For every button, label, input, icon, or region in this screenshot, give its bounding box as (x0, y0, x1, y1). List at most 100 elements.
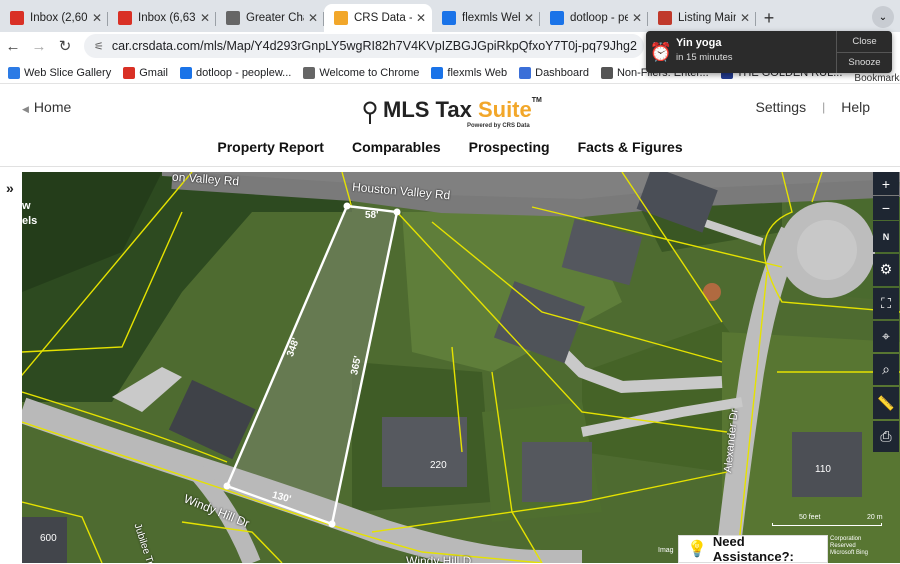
tab-title: Inbox (2,600) (30, 12, 88, 24)
gmail-icon (10, 11, 24, 25)
map-controls: + − N ⚙ ⛶ ⌖ ⌕ 📏 ⎙ (872, 172, 900, 454)
zoom-out-icon[interactable]: − (873, 196, 899, 220)
bookmark-item[interactable]: flexmls Web (431, 66, 508, 79)
need-assistance-button[interactable]: 💡 Need Assistance?: (678, 534, 828, 564)
nav-property-report[interactable]: Property Report (217, 139, 324, 155)
url-text: car.crsdata.com/mls/Map/Y4d293rGnpLY5wgR… (111, 39, 637, 53)
browser-tab[interactable]: Inbox (2,600) ✕ (0, 4, 108, 32)
close-tab-icon[interactable]: ✕ (632, 11, 642, 25)
main-nav: Property Report Comparables Prospecting … (0, 139, 900, 155)
side-text-top: w (22, 200, 31, 212)
logo-main-text: MLS Tax (383, 97, 478, 122)
home-label: Home (33, 99, 72, 115)
scale-line (772, 523, 882, 526)
app-header: ◀ Home MLS Tax SuiteTM Powered by CRS Dat… (0, 85, 900, 167)
side-text-bottom: els (22, 215, 38, 227)
tab-search-chevron-icon[interactable]: ⌄ (872, 6, 894, 28)
tab-title: Greater Chatta (246, 12, 304, 24)
bookmark-label: flexmls Web (447, 66, 508, 79)
attribution-line-3: Microsoft Bing (830, 550, 869, 556)
bookmark-item[interactable]: dotloop - peoplew... (179, 66, 291, 79)
settings-link[interactable]: Settings (755, 99, 806, 115)
back-arrow-icon[interactable]: ← (0, 33, 26, 59)
zoom-in-icon[interactable]: + (873, 172, 899, 196)
compass-north-icon[interactable]: N (873, 220, 899, 253)
logo-accent-text: Suite (477, 97, 532, 122)
browser-tab[interactable]: CRS Data - Pro ✕ (324, 4, 432, 32)
need-assistance-label: Need Assistance?: (712, 534, 794, 564)
tab-title: CRS Data - Pro (354, 12, 412, 24)
flexmls-icon (431, 66, 444, 79)
nav-prospecting[interactable]: Prospecting (469, 139, 550, 155)
chevron-left-icon: ◀ (22, 104, 29, 114)
imagery-label: Imag (658, 547, 674, 554)
parcel-number-600[interactable]: 600 (40, 533, 57, 544)
help-link[interactable]: Help (841, 99, 870, 115)
address-bar[interactable]: ⚟ car.crsdata.com/mls/Map/Y4d293rGnpLY5w… (84, 34, 644, 58)
bookmark-item[interactable]: Dashboard (519, 66, 589, 79)
map-attribution: Corporation Reserved Microsoft Bing (830, 536, 868, 557)
tab-title: Inbox (6,638) (138, 12, 196, 24)
parcel-number-110[interactable]: 110 (815, 464, 831, 475)
dimension-top: 58' (365, 210, 379, 221)
aerial-map-canvas[interactable] (22, 172, 900, 563)
notification-subtitle: in 15 minutes (676, 52, 733, 63)
nav-comparables[interactable]: Comparables (352, 139, 441, 155)
browser-tab[interactable]: flexmls Web ✕ (432, 4, 540, 32)
browser-tab[interactable]: Greater Chatta ✕ (216, 4, 324, 32)
close-tab-icon[interactable]: ✕ (308, 11, 318, 25)
close-tab-icon[interactable]: ✕ (416, 11, 426, 25)
print-icon[interactable]: ⎙ (873, 420, 899, 453)
measure-ruler-icon[interactable]: 📏 (873, 387, 899, 419)
tab-separator (755, 12, 756, 26)
reload-icon[interactable]: ↻ (52, 33, 78, 59)
logo-powered-by: Powered by CRS Data (467, 123, 530, 129)
browser-tab[interactable]: Listing Mainter ✕ (648, 4, 756, 32)
site-info-icon[interactable]: ⚟ (94, 40, 104, 53)
nav-facts-figures[interactable]: Facts & Figures (578, 139, 683, 155)
dotloop-icon (179, 66, 192, 79)
bookmark-item[interactable]: Web Slice Gallery (8, 66, 111, 79)
search-magnifier-icon[interactable]: ⌕ (873, 354, 899, 386)
close-tab-icon[interactable]: ✕ (92, 11, 102, 25)
attribution-line-2: Reserved (830, 543, 856, 549)
alarm-clock-icon: ⏰ (649, 41, 673, 62)
dotloop-icon (550, 11, 564, 25)
attribution-line-1: Corporation (830, 536, 862, 542)
dashboard-icon (519, 66, 532, 79)
header-divider: | (822, 100, 826, 114)
bookmark-icon (8, 66, 20, 79)
map-scale-bar: 50 feet 20 m (772, 514, 884, 534)
home-link[interactable]: ◀ Home (22, 99, 71, 115)
tab-title: flexmls Web (462, 12, 520, 24)
gmail-icon (118, 11, 132, 25)
parcel-map[interactable]: Houston Valley Rd on Valley Rd Windy Hil… (22, 172, 900, 563)
new-tab-button[interactable]: + (756, 4, 782, 32)
expand-panel-icon[interactable]: » (6, 180, 14, 196)
gear-icon[interactable]: ⚙ (873, 254, 899, 286)
notification-close-button[interactable]: Close (837, 31, 892, 52)
bookmark-item[interactable]: Gmail (123, 66, 168, 79)
gmail-icon (123, 66, 136, 79)
tab-list: Inbox (2,600)✕Inbox (6,638)✕Greater Chat… (0, 4, 756, 32)
parcel-number-220[interactable]: 220 (430, 460, 447, 471)
locate-crosshair-icon[interactable]: ⌖ (873, 320, 899, 353)
bookmark-item[interactable]: Welcome to Chrome (303, 66, 420, 79)
scale-meters: 20 m (867, 514, 883, 521)
mls-tax-suite-logo[interactable]: MLS Tax SuiteTM Powered by CRS Data (363, 95, 543, 131)
fullscreen-frame-icon[interactable]: ⛶ (873, 287, 899, 319)
close-tab-icon[interactable]: ✕ (740, 11, 750, 25)
close-tab-icon[interactable]: ✕ (200, 11, 210, 25)
bookmark-label: Welcome to Chrome (319, 66, 420, 79)
browser-tab[interactable]: dotloop - peop ✕ (540, 4, 648, 32)
map-pin-icon (363, 101, 377, 124)
notification-snooze-button[interactable]: Snooze (837, 51, 892, 74)
browser-tab[interactable]: Inbox (6,638) ✕ (108, 4, 216, 32)
bookmark-label: Dashboard (535, 66, 589, 79)
close-tab-icon[interactable]: ✕ (524, 11, 534, 25)
tab-strip: Inbox (2,600)✕Inbox (6,638)✕Greater Chat… (0, 0, 900, 32)
bookmark-label: Gmail (139, 66, 168, 79)
forward-arrow-icon[interactable]: → (26, 33, 52, 59)
street-label-windy-hill-bottom: Windy Hill D (406, 554, 472, 563)
irs-icon (600, 66, 613, 79)
